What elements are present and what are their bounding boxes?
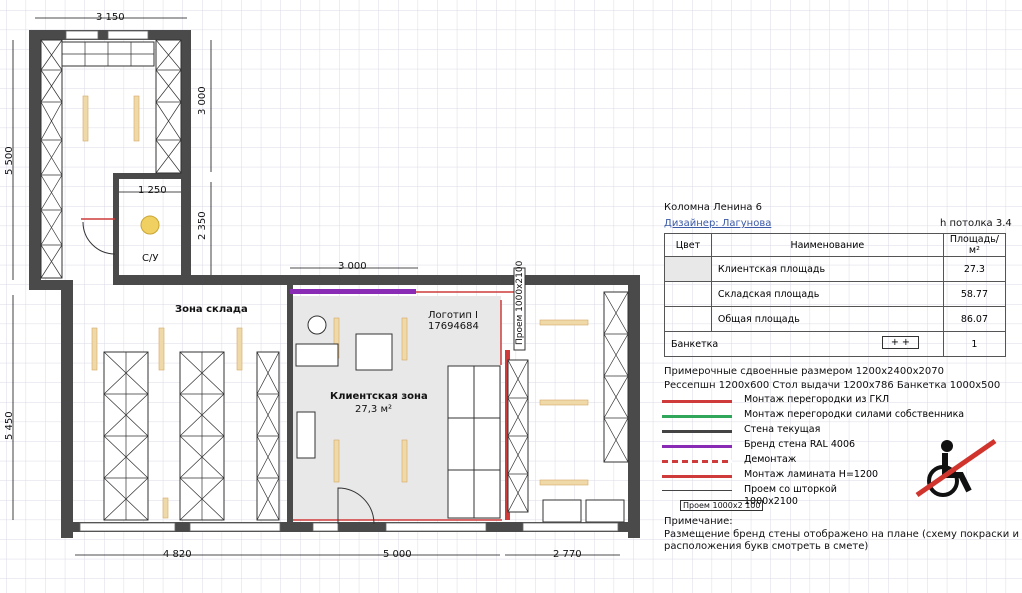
row-value: 27.3 bbox=[942, 256, 1007, 282]
opening-vertical-label: Проем 1000х2100 bbox=[515, 260, 525, 345]
dim-client-top: 3 000 bbox=[338, 261, 367, 272]
dim-left: 5 500 bbox=[4, 146, 15, 175]
wall-main-top bbox=[113, 275, 640, 285]
dim-storage: 3 000 bbox=[197, 86, 208, 115]
legend-item: Монтаж перегородки силами собственника bbox=[662, 409, 1002, 423]
brand-wall bbox=[290, 289, 416, 294]
designer: Дизайнер: Лагунова bbox=[664, 218, 772, 229]
dim-wc-width: 1 250 bbox=[138, 185, 167, 196]
wall-right-storage bbox=[181, 30, 191, 280]
area-table: Цвет Наименование Площадь/м² Клиентская … bbox=[664, 233, 1007, 357]
fitting-rooms bbox=[447, 365, 501, 519]
address: Коломна Ленина 6 bbox=[664, 202, 763, 213]
chair bbox=[307, 315, 327, 335]
wheelchair-icon bbox=[915, 438, 997, 498]
table-row: Складская площадь 58.77 bbox=[664, 281, 1007, 307]
storage-label: Зона склада bbox=[175, 304, 248, 315]
dim-bottom-right: 2 770 bbox=[553, 549, 582, 560]
row-value: 86.07 bbox=[942, 306, 1007, 332]
bench-value: 1 bbox=[942, 331, 1007, 357]
col-area: Площадь/м² bbox=[942, 233, 1007, 257]
dim-bottom-left: 4 820 bbox=[163, 549, 192, 560]
client-zone-label: Клиентская зона bbox=[330, 391, 428, 402]
remark-line1: Размещение бренд стены отображено на пла… bbox=[664, 529, 1019, 540]
service-desk bbox=[295, 343, 339, 367]
ceiling-height: h потолка 3.4 bbox=[940, 218, 1012, 229]
row-name: Складская площадь bbox=[710, 281, 944, 307]
remark-title: Примечание: bbox=[664, 516, 733, 527]
fitting-note: Примерочные сдвоенные размером 1200х2400… bbox=[664, 366, 944, 377]
table-row: Общая площадь 86.07 bbox=[664, 306, 1007, 332]
client-area-label: 27,3 м² bbox=[355, 404, 392, 415]
table-row: Банкетка + + 1 bbox=[664, 331, 1007, 357]
wall-left-upper bbox=[29, 30, 41, 285]
wall-wc-top bbox=[113, 173, 181, 179]
opening-label: Проем 1000х2 100 bbox=[680, 500, 764, 511]
wall-partition bbox=[287, 285, 293, 525]
bench-name: Банкетка bbox=[671, 338, 719, 350]
col-color: Цвет bbox=[664, 233, 712, 257]
legend-item: Монтаж перегородки из ГКЛ bbox=[662, 394, 1002, 408]
color-swatch bbox=[664, 306, 712, 332]
color-swatch bbox=[664, 256, 712, 282]
col-name: Наименование bbox=[710, 233, 944, 257]
dim-bottom-height: 5 450 bbox=[4, 411, 15, 440]
dim-bottom-mid: 5 000 bbox=[383, 549, 412, 560]
row-name: Общая площадь bbox=[710, 306, 944, 332]
bench-symbol: + + bbox=[881, 336, 919, 349]
bench bbox=[296, 411, 316, 459]
logo-label: Логотип I bbox=[428, 310, 478, 321]
reception-desk bbox=[355, 333, 393, 371]
dim-wc-height: 2 350 bbox=[197, 211, 208, 240]
row-value: 58.77 bbox=[942, 281, 1007, 307]
furniture-note: Рессепшн 1200х600 Стол выдачи 1200х786 Б… bbox=[664, 380, 1001, 391]
row-name: Клиентская площадь bbox=[710, 256, 944, 282]
logo-code: 17694684 bbox=[428, 321, 479, 332]
wall-left-lower bbox=[61, 280, 73, 538]
wall-wc-left bbox=[113, 173, 119, 280]
color-swatch bbox=[664, 281, 712, 307]
remark-line2: расположения букв смотреть в смете) bbox=[664, 541, 869, 552]
wall-right bbox=[628, 275, 640, 538]
table-row: Клиентская площадь 27.3 bbox=[664, 256, 1007, 282]
wc-light bbox=[140, 215, 160, 235]
wc-label: С/У bbox=[142, 253, 159, 264]
dim-top: 3 150 bbox=[96, 12, 125, 23]
